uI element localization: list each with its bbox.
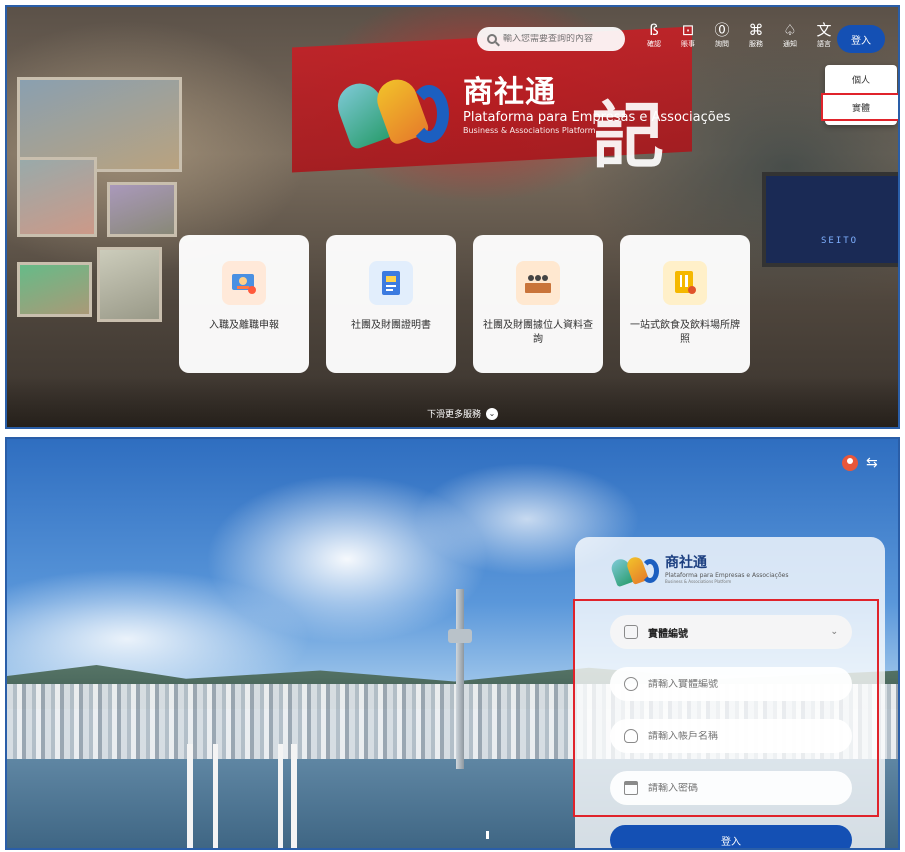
logo-english-name: Business & Associations Platform [665, 579, 732, 584]
language-switch-icon[interactable]: ⇆ [866, 455, 878, 471]
document-icon [624, 625, 638, 639]
login-type-dropdown: 個人 實體 [821, 65, 898, 125]
service-card-officeholders[interactable]: 社團及財團據位人資料查詢 [473, 235, 603, 373]
bell-icon: ♤ [783, 21, 797, 39]
platform-logo-text: 商社通 Plataforma para Empresas e Associaçõ… [463, 75, 731, 137]
nav-label: 確認 [647, 40, 661, 48]
nav-label: 服務 [749, 40, 763, 48]
login-button[interactable]: 登入 [837, 25, 885, 53]
platform-logo-mark-icon [331, 74, 455, 151]
service-card-employment[interactable]: 入職及離職申報 [179, 235, 309, 373]
platform-logo: 商社通 Plataforma para Empresas e Associaçõ… [331, 74, 731, 151]
certificate-icon [369, 261, 413, 305]
service-cards: 入職及離職申報 社團及財團證明書 社團及財團據位人資料查詢 一站式飲食及飲料場所… [179, 235, 750, 373]
background-shelf [7, 377, 898, 427]
service-card-label: 社團及財團證明書 [351, 320, 431, 331]
homepage-screenshot: SEITO 記 商社通 Plataforma para Empresas e A… [5, 5, 900, 429]
background-marker [486, 831, 489, 839]
service-card-certificate[interactable]: 社團及財團證明書 [326, 235, 456, 373]
header-nav: ß 確認 ⊡ 賬事 ⓪ 詢問 ⌘ 服務 ♤ 通知 文 語言 [637, 21, 841, 49]
background-bridge [187, 744, 297, 848]
service-card-label: 社團及財團據位人資料查詢 [483, 320, 593, 345]
employment-declaration-icon [222, 261, 266, 305]
search-input[interactable] [503, 34, 618, 44]
search-icon [487, 34, 497, 44]
password-input[interactable] [648, 782, 818, 794]
nav-label: 詢問 [715, 40, 729, 48]
nav-account[interactable]: ⊡ 賬事 [671, 21, 705, 49]
login-submit-button[interactable]: 登入 [610, 825, 852, 848]
password-field[interactable] [610, 771, 852, 805]
restaurant-license-icon [663, 261, 707, 305]
scroll-more-hint[interactable]: 下滑更多服務 ⌄ [427, 407, 499, 420]
entity-number-field[interactable] [610, 667, 852, 701]
logo-chinese-name: 商社通 [665, 555, 707, 571]
logo-portuguese-name: Plataforma para Empresas e Associações [665, 572, 789, 579]
officeholders-icon [516, 261, 560, 305]
nav-language[interactable]: 文 語言 [807, 21, 841, 49]
dropdown-option-entity[interactable]: 實體 [821, 93, 898, 121]
search-bar[interactable] [477, 27, 625, 51]
background-monitor: SEITO [762, 172, 898, 267]
nav-label: 通知 [783, 40, 797, 48]
corner-actions: ⇆ [842, 455, 878, 471]
entity-number-input[interactable] [648, 678, 818, 690]
person-icon [624, 729, 638, 743]
dropdown-option-personal[interactable]: 個人 [825, 65, 897, 93]
service-card-label: 入職及離職申報 [209, 320, 279, 331]
scroll-hint-label: 下滑更多服務 [427, 410, 482, 420]
service-card-restaurant-license[interactable]: 一站式飲食及飲料場所牌照 [620, 235, 750, 373]
logo-chinese-name: 商社通 [463, 75, 556, 110]
logo-portuguese-name: Plataforma para Empresas e Associações [463, 110, 731, 125]
wall-picture-frame [97, 247, 162, 322]
monitor-text: SEITO [821, 236, 859, 246]
nav-label: 賬事 [681, 40, 695, 48]
logo-english-name: Business & Associations Platform [463, 126, 596, 135]
wall-picture-frame [17, 262, 92, 317]
login-logo-text: 商社通 Plataforma para Empresas e Associaçõ… [665, 555, 788, 585]
account-icon: ⊡ [681, 21, 695, 39]
wall-picture-frame [17, 157, 97, 237]
service-card-label: 一站式飲食及飲料場所牌照 [630, 320, 740, 345]
nav-help[interactable]: ⓪ 詢問 [705, 21, 739, 49]
wall-picture-frame [107, 182, 177, 237]
chevron-down-icon: ⌄ [486, 407, 499, 420]
username-input[interactable] [648, 730, 818, 742]
entity-type-value: 實體編號 [648, 628, 688, 640]
entity-type-select[interactable]: 實體編號 ⌄ [610, 615, 852, 649]
user-icon[interactable] [842, 455, 858, 471]
verify-icon: ß [649, 21, 659, 39]
language-icon: 文 [816, 21, 832, 39]
nav-label: 語言 [817, 40, 831, 48]
chevron-down-icon: ⌄ [830, 627, 838, 637]
nav-notifications[interactable]: ♤ 通知 [773, 21, 807, 49]
nav-verify[interactable]: ß 確認 [637, 21, 671, 49]
background-tower [448, 589, 472, 769]
login-page-screenshot: ⇆ 商社通 Plataforma para Empresas e Associa… [5, 437, 900, 850]
nav-services[interactable]: ⌘ 服務 [739, 21, 773, 49]
username-field[interactable] [610, 719, 852, 753]
number-badge-icon [624, 677, 638, 691]
login-logo: 商社通 Plataforma para Empresas e Associaçõ… [609, 555, 788, 588]
lock-icon [624, 781, 638, 795]
platform-logo-mark-icon [609, 555, 661, 588]
services-icon: ⌘ [748, 21, 764, 39]
help-icon: ⓪ [714, 21, 730, 39]
